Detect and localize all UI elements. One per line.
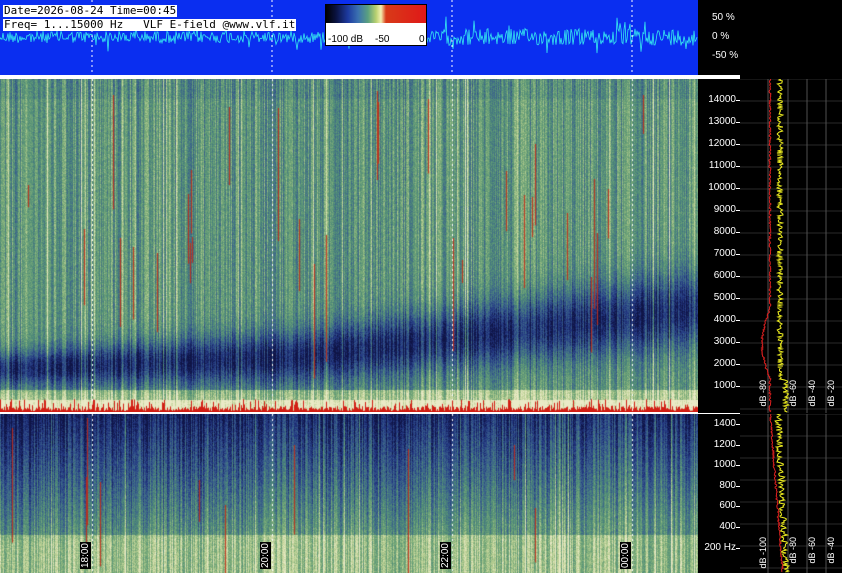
freq-high-tick-8: 6000 — [713, 270, 736, 281]
profile-yellow-line — [775, 79, 791, 413]
spectrum-profile-high — [740, 79, 842, 413]
freq-low-tick-6: 200 Hz — [704, 541, 736, 553]
profile-red-line — [760, 79, 772, 413]
spectrogram-low-band — [0, 414, 698, 573]
profile-db-label-3: dB -40 — [807, 380, 817, 407]
scale-mid-label: -50 — [375, 34, 390, 45]
color-scale-bar — [326, 5, 426, 23]
freq-high-tick-11: 3000 — [713, 336, 736, 347]
profile-db-label-5: dB -100 — [758, 537, 768, 569]
spectrogram-low-canvas — [0, 414, 698, 573]
color-scale-legend: -100 dB -50 0 — [325, 4, 427, 46]
freq-low-tick-4: 600 — [719, 500, 736, 512]
profile-db-label-1: dB -80 — [758, 380, 768, 407]
profile-db-label-7: dB -60 — [807, 537, 817, 564]
freq-high-tick-3: 11000 — [708, 160, 736, 171]
time-label-1800: 18:00 — [80, 542, 91, 570]
profile-high-plot — [740, 79, 842, 413]
freq-high-tick-6: 8000 — [713, 226, 736, 237]
profile-db-label-4: dB -20 — [826, 380, 836, 407]
freq-high-tick-2: 12000 — [708, 138, 736, 149]
waveform-tick-top: 50 % — [712, 12, 735, 23]
freq-low-tick-1: 1200 — [713, 438, 736, 450]
freq-high-tick-0: 14000 — [708, 94, 736, 105]
freq-low-tick-5: 400 — [719, 521, 736, 532]
scale-min-label: -100 dB — [328, 34, 364, 45]
frequency-axis-low: 1400 1200 1000 800 600 400 200 Hz — [698, 414, 740, 573]
waveform-tick-mid: 0 % — [712, 31, 730, 42]
frequency-axis-high: 14000 13000 12000 11000 10000 9000 8000 7000 600… — [698, 79, 740, 413]
profile-db-label-8: dB -40 — [826, 537, 836, 564]
freq-low-tick-3: 800 — [719, 479, 736, 491]
profile-yellow-line — [774, 414, 791, 573]
frequency-label: Freq= 1...15000 Hz VLF E-field @www.vlf.… — [3, 18, 297, 31]
waveform-panel: Date=2026-08-24 Time=00:45 Freq= 1...150… — [0, 0, 698, 75]
freq-high-tick-7: 7000 — [713, 248, 736, 259]
freq-high-tick-1: 13000 — [708, 116, 736, 127]
freq-low-tick-2: 1000 — [713, 459, 736, 471]
scale-max-label: 0 — [419, 34, 425, 45]
freq-high-tick-13: 1000 — [713, 380, 736, 391]
waveform-tick-bottom: -50 % — [712, 50, 739, 61]
time-label-2200: 22:00 — [440, 542, 451, 570]
freq-low-tick-0: 1400 — [713, 418, 736, 429]
freq-high-tick-5: 9000 — [713, 204, 736, 215]
waveform-axis: 50 % 0 % -50 % — [698, 0, 842, 75]
freq-high-tick-12: 2000 — [713, 358, 736, 369]
freq-high-tick-4: 10000 — [708, 182, 736, 193]
profile-db-label-6: dB -80 — [788, 537, 798, 564]
time-label-0000: 00:00 — [620, 542, 631, 570]
freq-high-tick-10: 4000 — [713, 314, 736, 325]
freq-high-tick-9: 5000 — [713, 292, 736, 303]
time-label-2000: 20:00 — [260, 542, 271, 570]
spectrogram-high-canvas — [0, 79, 698, 413]
profile-db-label-2: dB -60 — [788, 380, 798, 407]
date-time-label: Date=2026-08-24 Time=00:45 — [3, 4, 178, 17]
spectrogram-high-band — [0, 79, 698, 413]
